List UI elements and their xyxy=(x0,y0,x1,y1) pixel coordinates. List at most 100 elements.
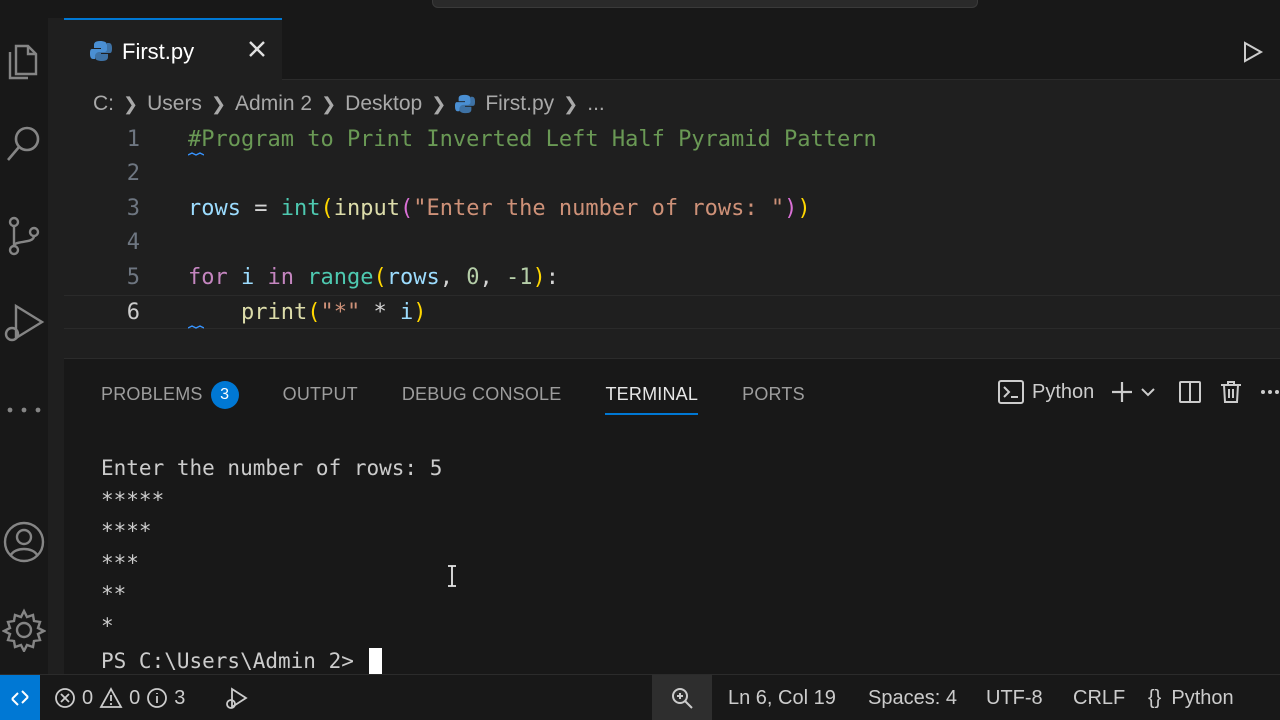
token: for xyxy=(188,265,228,290)
breadcrumb-file[interactable]: First.py xyxy=(485,92,554,116)
token: range xyxy=(307,265,374,290)
tab-label: PORTS xyxy=(742,384,805,404)
split-terminal-icon[interactable] xyxy=(1178,380,1202,404)
comment-token: #Program to Print Inverted Left Half Pyr… xyxy=(188,127,877,152)
braces-icon: {} xyxy=(1148,686,1162,709)
tab-problems[interactable]: PROBLEMS 3 xyxy=(101,379,239,410)
tab-debug-console[interactable]: DEBUG CONSOLE xyxy=(402,379,562,409)
terminal-prompt: PS C:\Users\Admin 2> xyxy=(101,649,367,673)
breadcrumb-drive[interactable]: C: xyxy=(93,92,114,116)
token: in xyxy=(267,265,295,290)
code-text: #Program to Print Inverted Left Half Pyr… xyxy=(188,123,877,157)
new-terminal-icon[interactable] xyxy=(1110,380,1134,404)
tab-label: TERMINAL xyxy=(605,384,699,404)
terminal-line: * xyxy=(101,613,114,638)
code-line: 4 xyxy=(64,226,1280,260)
token: = xyxy=(240,196,281,221)
line-number: 5 xyxy=(126,265,140,290)
line-number: 1 xyxy=(126,127,140,152)
problems-status[interactable]: 0 0 3 xyxy=(54,675,185,720)
code-editor[interactable]: 1 #Program to Print Inverted Left Half P… xyxy=(64,122,1280,358)
token: print xyxy=(240,300,308,325)
token: int xyxy=(280,196,321,221)
token: input xyxy=(333,196,400,221)
breadcrumb-desktop[interactable]: Desktop xyxy=(345,92,422,116)
chevron-right-icon: ❯ xyxy=(123,93,139,114)
panel-tabs: PROBLEMS 3 OUTPUT DEBUG CONSOLE TERMINAL … xyxy=(101,379,849,415)
cursor-position[interactable]: Ln 6, Col 19 xyxy=(728,675,836,720)
remote-indicator-icon[interactable] xyxy=(0,675,40,720)
tab-label: OUTPUT xyxy=(282,384,358,404)
tab-label: DEBUG CONSOLE xyxy=(401,384,562,404)
token: * xyxy=(360,300,400,325)
trash-icon[interactable] xyxy=(1220,380,1242,404)
tab-ports[interactable]: PORTS xyxy=(742,379,805,409)
breadcrumb-admin[interactable]: Admin 2 xyxy=(235,92,312,116)
breadcrumb-symbols[interactable]: ... xyxy=(587,92,605,116)
language-mode[interactable]: {} Python xyxy=(1148,675,1234,720)
terminal-line: ***** xyxy=(101,487,165,512)
python-file-icon xyxy=(455,94,476,114)
language-label: Python xyxy=(1171,686,1234,709)
token: ( xyxy=(307,300,321,325)
line-number: 3 xyxy=(126,196,140,221)
debug-status-icon[interactable] xyxy=(222,675,250,720)
terminal-profile[interactable]: Python xyxy=(998,380,1094,404)
info-count: 3 xyxy=(174,686,186,709)
tab-label: PROBLEMS xyxy=(101,384,203,404)
run-debug-icon[interactable] xyxy=(0,296,48,348)
panel-actions: Python xyxy=(998,375,1280,409)
run-python-file-icon[interactable] xyxy=(1240,40,1264,69)
line-number: 6 xyxy=(126,300,140,325)
terminal-line: **** xyxy=(101,519,152,543)
command-center[interactable] xyxy=(432,0,978,8)
code-line: 3 rows = int(input("Enter the number of … xyxy=(64,192,1280,226)
code-line: 5 for i in range(rows, 0, -1): xyxy=(64,261,1280,295)
explorer-icon[interactable] xyxy=(0,34,48,86)
tab-output[interactable]: OUTPUT xyxy=(283,379,358,409)
code-line: 1 #Program to Print Inverted Left Half P… xyxy=(64,123,1280,157)
source-control-icon[interactable] xyxy=(0,210,48,262)
token: ( xyxy=(320,196,334,221)
account-icon[interactable] xyxy=(0,516,48,568)
token: "Enter the number of rows: " xyxy=(413,196,785,221)
problems-count-badge: 3 xyxy=(210,381,239,410)
terminal-profile-label: Python xyxy=(1032,380,1095,403)
terminal-output[interactable]: Enter the number of rows: 5 ***** **** *… xyxy=(101,453,442,678)
token: i xyxy=(227,265,268,290)
code-text: for i in range(rows, 0, -1): xyxy=(188,261,559,295)
terminal-line: Enter the number of rows: 5 xyxy=(101,456,443,480)
more-actions-icon[interactable] xyxy=(1260,389,1280,395)
zoom-icon[interactable] xyxy=(652,675,712,720)
encoding[interactable]: UTF-8 xyxy=(986,675,1043,720)
token: "*" xyxy=(320,300,361,325)
token: , xyxy=(439,265,467,290)
token: , xyxy=(479,265,506,290)
line-number: 4 xyxy=(126,230,140,255)
search-icon[interactable] xyxy=(0,118,48,170)
bottom-panel: PROBLEMS 3 OUTPUT DEBUG CONSOLE TERMINAL … xyxy=(64,358,1280,676)
warning-count: 0 xyxy=(129,686,141,709)
chevron-down-icon[interactable] xyxy=(1140,384,1156,400)
tab-first-py[interactable]: First.py xyxy=(64,18,282,80)
close-icon[interactable] xyxy=(244,36,270,62)
token: rows xyxy=(188,196,241,221)
breadcrumb-users[interactable]: Users xyxy=(147,92,202,116)
tab-label: First.py xyxy=(122,39,195,64)
mouse-ibeam-cursor-icon xyxy=(445,564,459,593)
indentation[interactable]: Spaces: 4 xyxy=(868,675,957,720)
warning-icon xyxy=(99,687,123,709)
chevron-right-icon: ❯ xyxy=(210,93,227,114)
tab-terminal[interactable]: TERMINAL xyxy=(605,379,699,415)
chevron-right-icon: ❯ xyxy=(563,93,579,114)
status-bar: 0 0 3 Ln 6, Col 19 Spaces: 4 UTF-8 CRLF … xyxy=(0,674,1280,720)
chevron-right-icon: ❯ xyxy=(431,93,447,114)
line-ending[interactable]: CRLF xyxy=(1073,675,1125,720)
token: ) xyxy=(532,265,546,290)
token: ) xyxy=(413,300,427,325)
more-icon[interactable] xyxy=(0,384,48,436)
warning-squiggle xyxy=(188,152,204,156)
settings-gear-icon[interactable] xyxy=(0,604,48,656)
terminal-prompt-line: PS C:\Users\Admin 2> xyxy=(101,646,442,678)
